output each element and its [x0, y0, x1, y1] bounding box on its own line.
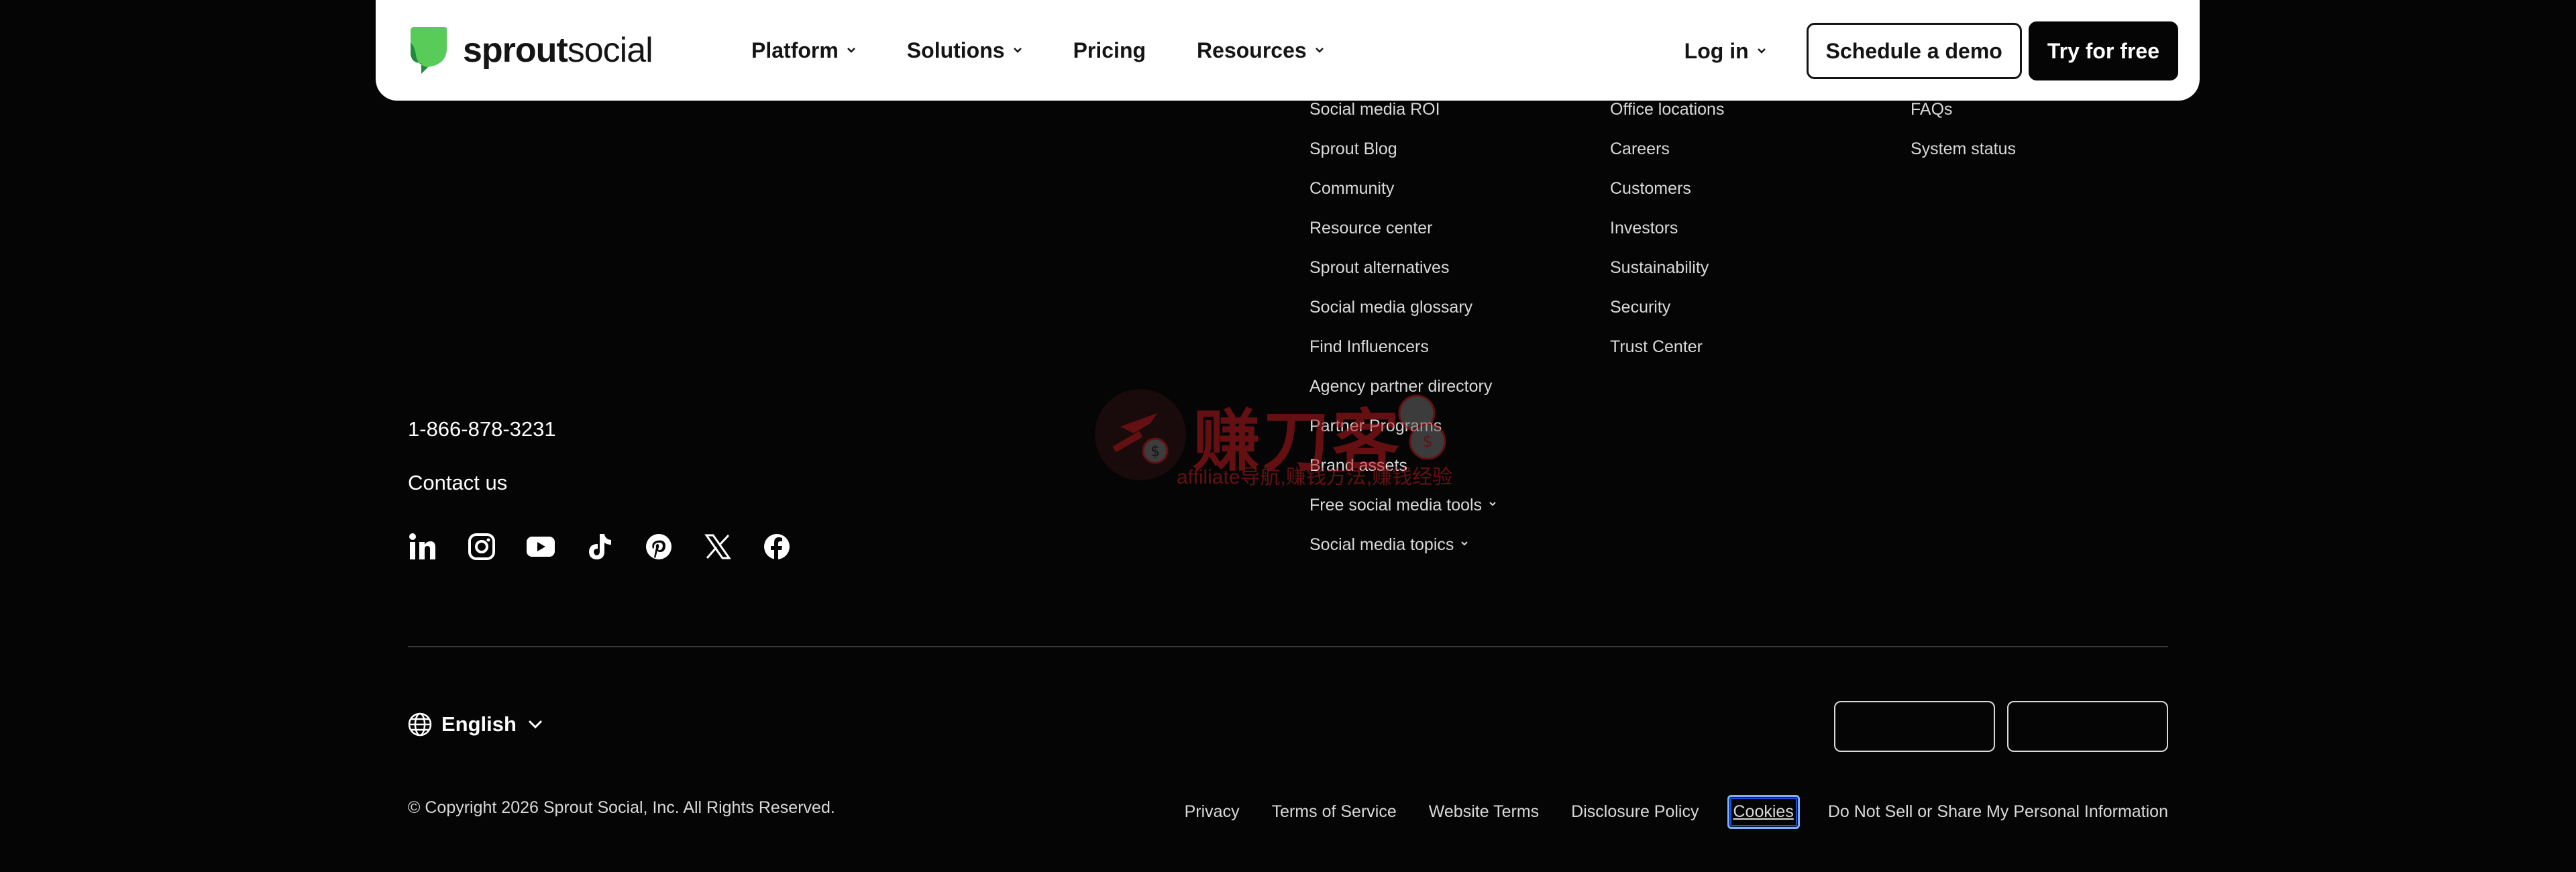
- nav-solutions[interactable]: Solutions: [907, 38, 1022, 63]
- pinterest-icon[interactable]: [644, 532, 674, 561]
- nav-platform-label: Platform: [751, 38, 839, 62]
- footer-link-label: Investors: [1610, 219, 1678, 237]
- footer-link[interactable]: Find Influencers: [1309, 332, 1497, 372]
- language-label: English: [441, 712, 517, 736]
- footer-link[interactable]: Social media glossary: [1309, 292, 1497, 332]
- chevron-down-icon: [1013, 48, 1022, 53]
- do-not-sell-link[interactable]: Do Not Sell or Share My Personal Informa…: [1828, 802, 2168, 822]
- footer-link-label: Community: [1309, 179, 1395, 198]
- terms-of-service-link[interactable]: Terms of Service: [1272, 802, 1397, 822]
- logo-wordmark-bold: sprout: [463, 31, 568, 70]
- nav-resources-label: Resources: [1197, 38, 1307, 62]
- chevron-down-icon: [528, 720, 543, 729]
- chevron-down-icon: [1489, 502, 1496, 506]
- footer-link-label: Agency partner directory: [1309, 377, 1493, 396]
- footer-dropdown-free-tools[interactable]: Free social media tools: [1309, 490, 1497, 530]
- footer-link-label: Sustainability: [1610, 258, 1709, 277]
- footer-link[interactable]: Customers: [1610, 174, 1724, 213]
- footer-link[interactable]: Agency partner directory: [1309, 372, 1497, 411]
- footer-link-label: Security: [1610, 298, 1671, 317]
- footer-column-company: Office locations Careers Customers Inves…: [1610, 95, 1724, 372]
- watermark-logo-icon: $: [1095, 389, 1186, 480]
- footer-link[interactable]: Trust Center: [1610, 332, 1724, 372]
- footer-link-label: Social media glossary: [1309, 298, 1473, 317]
- footer-link[interactable]: Sustainability: [1610, 253, 1724, 292]
- page: sproutsocial Platform Solutions Pricing …: [0, 0, 2576, 872]
- social-links: [408, 532, 821, 561]
- youtube-icon[interactable]: [526, 532, 555, 561]
- footer-link-label: Partner Programs: [1309, 417, 1442, 435]
- footer-link[interactable]: Partner Programs: [1309, 411, 1497, 451]
- website-terms-link[interactable]: Website Terms: [1429, 802, 1539, 822]
- footer-column-resources: Social media ROI Sprout Blog Community R…: [1309, 95, 1497, 569]
- footer-link[interactable]: Sprout Blog: [1309, 134, 1497, 174]
- footer-link-label: Trust Center: [1610, 337, 1703, 356]
- footer-link-label: Sprout alternatives: [1309, 258, 1450, 277]
- top-navigation: sproutsocial Platform Solutions Pricing …: [376, 0, 2200, 101]
- instagram-icon[interactable]: [467, 532, 496, 561]
- footer-link-label: Brand assets: [1309, 456, 1407, 475]
- cookies-link[interactable]: Cookies: [1727, 794, 1800, 829]
- svg-text:$: $: [1150, 443, 1160, 460]
- nav-resources[interactable]: Resources: [1197, 38, 1324, 63]
- privacy-link[interactable]: Privacy: [1185, 802, 1240, 822]
- nav-pricing[interactable]: Pricing: [1073, 38, 1146, 63]
- footer-link[interactable]: Community: [1309, 174, 1497, 213]
- login-menu[interactable]: Log in: [1684, 39, 1766, 64]
- footer-link-label: Customers: [1610, 179, 1691, 198]
- try-free-button[interactable]: Try for free: [2028, 21, 2178, 80]
- footer-link-label: Resource center: [1309, 219, 1433, 237]
- nav-solutions-label: Solutions: [906, 38, 1005, 62]
- phone-number[interactable]: 1-866-878-3231: [408, 417, 556, 441]
- legal-links: Privacy Terms of Service Website Terms D…: [1152, 792, 2168, 832]
- globe-icon: [408, 712, 432, 737]
- chevron-down-icon: [847, 48, 855, 53]
- primary-nav: Platform Solutions Pricing Resources: [751, 0, 1375, 101]
- nav-actions: Log in Schedule a demo Try for free: [1684, 21, 2178, 80]
- footer-link-label: Sprout Blog: [1309, 140, 1397, 158]
- footer-link[interactable]: Resource center: [1309, 213, 1497, 253]
- facebook-icon[interactable]: [762, 532, 792, 561]
- footer-link-label: Free social media tools: [1309, 496, 1483, 514]
- schedule-demo-button[interactable]: Schedule a demo: [1806, 23, 2022, 79]
- language-selector[interactable]: English: [408, 712, 543, 737]
- nav-pricing-label: Pricing: [1073, 38, 1146, 62]
- tiktok-icon[interactable]: [585, 532, 614, 561]
- footer-link[interactable]: System status: [1911, 134, 2016, 174]
- footer-link[interactable]: Investors: [1610, 213, 1724, 253]
- login-label: Log in: [1684, 38, 1749, 63]
- logo-wordmark-light: social: [567, 31, 653, 70]
- app-badge-left[interactable]: [1834, 701, 1995, 752]
- footer-column-support: FAQs System status: [1911, 95, 2016, 174]
- footer-dropdown-topics[interactable]: Social media topics: [1309, 530, 1497, 569]
- chevron-down-icon: [1757, 48, 1766, 54]
- chevron-down-icon: [1315, 48, 1324, 53]
- footer-link[interactable]: Careers: [1610, 134, 1724, 174]
- linkedin-icon[interactable]: [408, 532, 437, 561]
- footer-link-label: Careers: [1610, 140, 1670, 158]
- footer-link-label: Find Influencers: [1309, 337, 1429, 356]
- disclosure-policy-link[interactable]: Disclosure Policy: [1571, 802, 1699, 822]
- sprout-social-logo[interactable]: sproutsocial: [408, 25, 653, 75]
- logo-wordmark: sproutsocial: [463, 30, 653, 70]
- contact-us-link[interactable]: Contact us: [408, 471, 507, 495]
- chevron-down-icon: [1461, 541, 1468, 546]
- footer-link-label: System status: [1911, 140, 2016, 158]
- footer-link[interactable]: Security: [1610, 292, 1724, 332]
- footer-divider: [408, 646, 2168, 647]
- nav-platform[interactable]: Platform: [751, 38, 856, 63]
- x-icon[interactable]: [703, 532, 733, 561]
- copyright-text: © Copyright 2026 Sprout Social, Inc. All…: [408, 798, 835, 817]
- app-badge-right[interactable]: [2007, 701, 2168, 752]
- footer-link-label: Social media topics: [1309, 535, 1454, 554]
- sprout-leaf-icon: [411, 27, 447, 74]
- footer-link[interactable]: Sprout alternatives: [1309, 253, 1497, 292]
- footer-link[interactable]: Brand assets: [1309, 451, 1497, 490]
